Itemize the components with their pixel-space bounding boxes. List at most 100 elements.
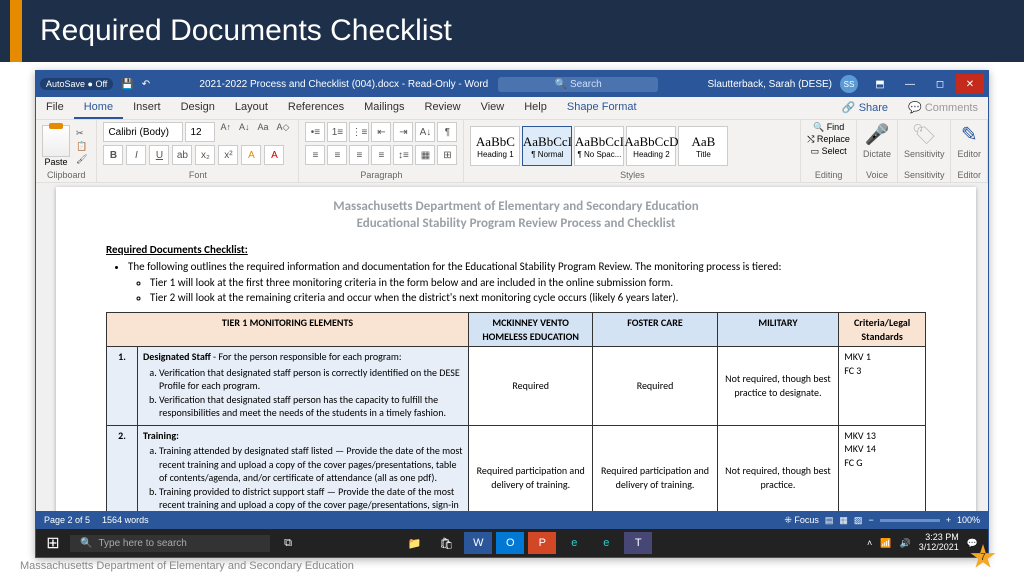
menu-layout[interactable]: Layout	[225, 97, 278, 119]
ribbon-styles: AaBbCHeading 1AaBbCcI¶ NormalAaBbCcI¶ No…	[464, 120, 801, 182]
shrink-font-icon[interactable]: A↓	[236, 122, 253, 142]
style--normal[interactable]: AaBbCcI¶ Normal	[522, 126, 572, 166]
sort-icon[interactable]: A↓	[415, 122, 435, 142]
zoom-slider[interactable]	[880, 519, 940, 522]
format-painter-icon[interactable]: 🖌	[73, 154, 90, 165]
accent-bar	[10, 0, 22, 62]
cut-icon[interactable]: ✂	[73, 128, 90, 139]
grow-font-icon[interactable]: A↑	[217, 122, 234, 142]
autosave-toggle[interactable]: AutoSave ● Off	[40, 78, 113, 90]
menu-shape-format[interactable]: Shape Format	[557, 97, 647, 119]
align-left-icon[interactable]: ≡	[305, 145, 325, 165]
line-spacing-icon[interactable]: ↕≡	[393, 145, 413, 165]
edge-icon[interactable]: e	[592, 532, 620, 554]
maximize-icon[interactable]: ◻	[926, 74, 954, 94]
menu-file[interactable]: File	[36, 97, 74, 119]
align-right-icon[interactable]: ≡	[349, 145, 369, 165]
editor-button[interactable]: ✎Editor	[957, 122, 981, 170]
share-button[interactable]: 🔗 Share	[832, 97, 898, 119]
ribbon-editor: ✎Editor Editor	[951, 120, 988, 182]
font-size-select[interactable]: 12	[185, 122, 215, 142]
style-heading-2[interactable]: AaBbCcDHeading 2	[626, 126, 676, 166]
ribbon-toggle-icon[interactable]: ⬒	[866, 74, 894, 94]
explorer-icon[interactable]: 📁	[400, 532, 428, 554]
view-print-icon[interactable]: ▦	[839, 515, 848, 526]
wifi-icon[interactable]: 📶	[880, 538, 891, 549]
highlight-button[interactable]: A	[241, 145, 261, 165]
taskbar-search[interactable]: 🔍 Type here to search	[70, 535, 270, 552]
copy-icon[interactable]: 📋	[73, 141, 90, 152]
change-case-icon[interactable]: Aa	[254, 122, 271, 142]
style-heading-1[interactable]: AaBbCHeading 1	[470, 126, 520, 166]
dictate-button[interactable]: 🎤Dictate	[863, 122, 891, 170]
strike-button[interactable]: ab	[172, 145, 192, 165]
zoom-in-icon[interactable]: +	[946, 515, 951, 525]
task-view-icon[interactable]: ⧉	[274, 532, 302, 554]
menu-mailings[interactable]: Mailings	[354, 97, 414, 119]
bold-button[interactable]: B	[103, 145, 123, 165]
clock-date[interactable]: 3/12/2021	[919, 543, 959, 553]
numbering-icon[interactable]: 1≡	[327, 122, 347, 142]
font-color-button[interactable]: A	[264, 145, 284, 165]
menu-design[interactable]: Design	[171, 97, 225, 119]
menu-review[interactable]: Review	[415, 97, 471, 119]
powerpoint-app-icon[interactable]: P	[528, 532, 556, 554]
multilevel-icon[interactable]: ⋮≡	[349, 122, 369, 142]
menu-help[interactable]: Help	[514, 97, 557, 119]
word-app-icon[interactable]: W	[464, 532, 492, 554]
comments-button[interactable]: 💬 Comments	[898, 97, 988, 119]
sound-icon[interactable]: 🔊	[900, 538, 911, 549]
teams-app-icon[interactable]: T	[624, 532, 652, 554]
paste-button[interactable]: Paste	[42, 125, 70, 167]
document-area[interactable]: Massachusetts Department of Elementary a…	[36, 183, 988, 511]
ribbon-font: Calibri (Body) 12 A↑ A↓ Aa A◇ B I U ab x…	[97, 120, 299, 182]
subscript-button[interactable]: x₂	[195, 145, 215, 165]
clear-format-icon[interactable]: A◇	[273, 122, 292, 142]
focus-mode[interactable]: ⁜ Focus	[784, 515, 819, 526]
store-icon[interactable]: 🛍	[432, 532, 460, 554]
style--no-spac-[interactable]: AaBbCcI¶ No Spac...	[574, 126, 624, 166]
start-button[interactable]: ⊞	[40, 532, 66, 554]
replace-button[interactable]: ⤭ Replace	[807, 134, 850, 145]
close-icon[interactable]: ✕	[956, 74, 984, 94]
view-web-icon[interactable]: ▨	[854, 515, 863, 526]
tray-up-icon[interactable]: ˄	[867, 538, 872, 548]
zoom-out-icon[interactable]: −	[868, 515, 873, 525]
sensitivity-button[interactable]: 🏷Sensitivity	[904, 122, 945, 170]
menu-insert[interactable]: Insert	[123, 97, 171, 119]
outlook-app-icon[interactable]: O	[496, 532, 524, 554]
indent-left-icon[interactable]: ⇤	[371, 122, 391, 142]
doc-title: Massachusetts Department of Elementary a…	[106, 199, 926, 233]
underline-button[interactable]: U	[149, 145, 169, 165]
search-input[interactable]: 🔍 Search	[498, 77, 658, 92]
superscript-button[interactable]: x²	[218, 145, 238, 165]
borders-icon[interactable]: ⊞	[437, 145, 457, 165]
user-name[interactable]: Slautterback, Sarah (DESE)	[708, 79, 833, 90]
status-bar: Page 2 of 5 1564 words ⁜ Focus ▤ ▦ ▨ − +…	[36, 511, 988, 529]
ribbon-clipboard: Paste ✂ 📋 🖌 Clipboard	[36, 120, 97, 182]
minimize-icon[interactable]: —	[896, 74, 924, 94]
view-read-icon[interactable]: ▤	[825, 515, 834, 526]
font-name-select[interactable]: Calibri (Body)	[103, 122, 183, 142]
select-button[interactable]: ▭ Select	[811, 146, 847, 157]
shading-icon[interactable]: ▦	[415, 145, 435, 165]
menu-view[interactable]: View	[471, 97, 515, 119]
ribbon: Paste ✂ 📋 🖌 Clipboard Calibri (Body) 12 …	[36, 120, 988, 183]
find-button[interactable]: 🔍 Find	[813, 122, 844, 133]
indent-right-icon[interactable]: ⇥	[393, 122, 413, 142]
show-marks-icon[interactable]: ¶	[437, 122, 457, 142]
menu-home[interactable]: Home	[74, 97, 123, 119]
menu-references[interactable]: References	[278, 97, 354, 119]
word-count[interactable]: 1564 words	[102, 515, 149, 525]
undo-icon[interactable]: ↶	[142, 79, 150, 90]
bullets-icon[interactable]: •≡	[305, 122, 325, 142]
page-indicator[interactable]: Page 2 of 5	[44, 515, 90, 525]
align-center-icon[interactable]: ≡	[327, 145, 347, 165]
ie-icon[interactable]: e	[560, 532, 588, 554]
justify-icon[interactable]: ≡	[371, 145, 391, 165]
zoom-level[interactable]: 100%	[957, 515, 980, 525]
save-icon[interactable]: 💾	[121, 79, 133, 90]
style-title[interactable]: AaBTitle	[678, 126, 728, 166]
italic-button[interactable]: I	[126, 145, 146, 165]
user-avatar[interactable]: SS	[840, 75, 858, 93]
